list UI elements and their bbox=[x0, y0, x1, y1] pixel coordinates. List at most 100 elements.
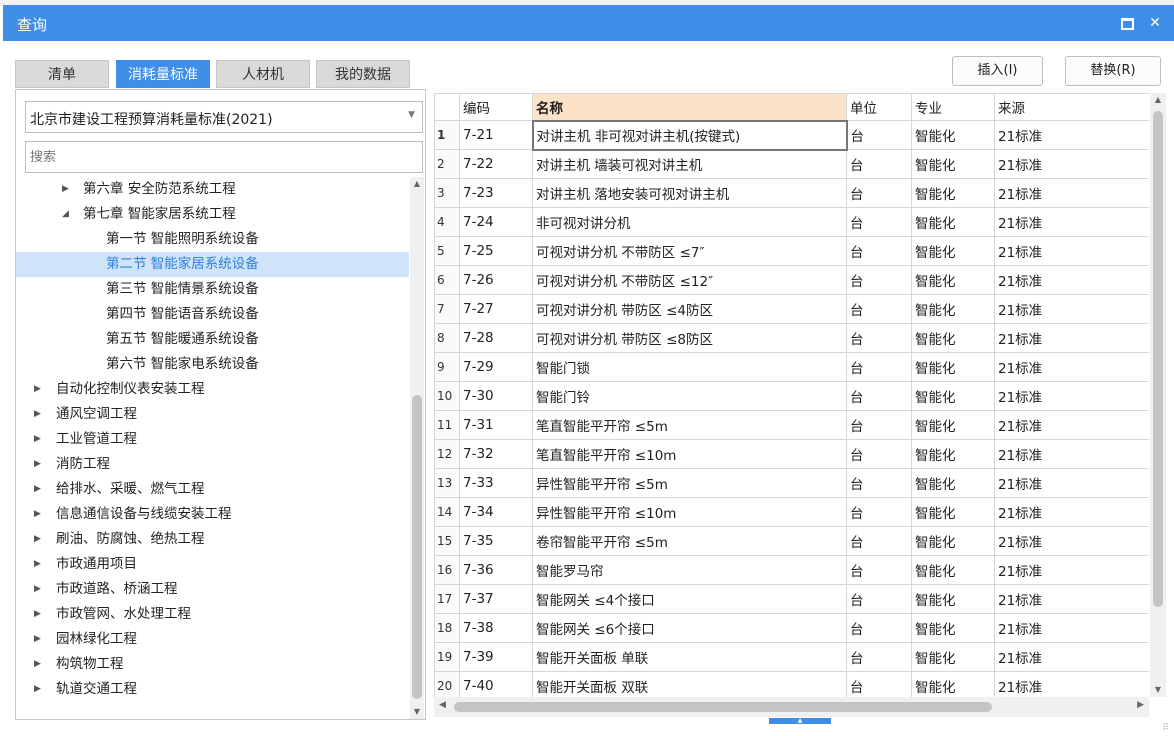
tree-item[interactable]: ▶ 第六章 安全防范系统工程 bbox=[16, 177, 409, 202]
tree-item[interactable]: ◢ 第七章 智能家居系统工程 bbox=[16, 202, 409, 227]
replace-button[interactable]: 替换(R) bbox=[1065, 56, 1161, 86]
expand-arrow-icon[interactable]: ▶ bbox=[34, 452, 41, 477]
tree-item[interactable]: ▶ 市政道路、桥涵工程 bbox=[16, 577, 409, 602]
tree-item[interactable]: ▶ 市政管网、水处理工程 bbox=[16, 602, 409, 627]
name-cell[interactable]: 非可视对讲分机 bbox=[532, 207, 847, 237]
row-number-cell[interactable]: 5 bbox=[434, 236, 460, 266]
name-cell[interactable]: 可视对讲分机 不带防区 ≤12″ bbox=[532, 265, 847, 295]
unit-cell[interactable]: 台 bbox=[846, 207, 912, 237]
name-cell[interactable]: 智能网关 ≤4个接口 bbox=[532, 584, 847, 614]
tree-item[interactable]: 第一节 智能照明系统设备 bbox=[16, 227, 409, 252]
scrollbar-thumb[interactable] bbox=[412, 395, 422, 699]
code-cell[interactable]: 7-21 bbox=[459, 120, 533, 150]
tree-item[interactable]: ▶ 通风空调工程 bbox=[16, 402, 409, 427]
row-number-cell[interactable]: 10 bbox=[434, 381, 460, 411]
scroll-left-icon[interactable]: ◀ bbox=[439, 700, 446, 710]
table-row[interactable]: 14 7-34 异性智能平开帘 ≤10m 台智能化 21标准 bbox=[434, 497, 1149, 527]
row-number-cell[interactable]: 9 bbox=[434, 352, 460, 382]
expand-arrow-icon[interactable]: ▶ bbox=[34, 627, 41, 652]
unit-cell[interactable]: 台 bbox=[846, 584, 912, 614]
source-cell[interactable]: 21标准 bbox=[994, 294, 1149, 324]
source-cell[interactable]: 21标准 bbox=[994, 178, 1149, 208]
row-number-cell[interactable]: 3 bbox=[434, 178, 460, 208]
tree-vertical-scrollbar[interactable]: ▲ ▼ bbox=[410, 177, 424, 719]
name-cell[interactable]: 智能开关面板 双联 bbox=[532, 671, 847, 697]
code-cell[interactable]: 7-23 bbox=[459, 178, 533, 208]
code-cell[interactable]: 7-28 bbox=[459, 323, 533, 353]
expand-arrow-icon[interactable]: ▶ bbox=[34, 677, 41, 702]
table-row[interactable]: 4 7-24 非可视对讲分机台智能化 21标准 bbox=[434, 207, 1149, 237]
tree-item[interactable]: ▶ 市政通用项目 bbox=[16, 552, 409, 577]
table-row[interactable]: 11 7-31 笔直智能平开帘 ≤5m 台智能化 21标准 bbox=[434, 410, 1149, 440]
specialty-cell[interactable]: 智能化 bbox=[911, 381, 995, 411]
expand-arrow-icon[interactable]: ▶ bbox=[34, 527, 41, 552]
specialty-cell[interactable]: 智能化 bbox=[911, 149, 995, 179]
row-number-cell[interactable]: 16 bbox=[434, 555, 460, 585]
scrollbar-thumb[interactable] bbox=[454, 702, 992, 712]
name-cell[interactable]: 可视对讲分机 带防区 ≤8防区 bbox=[532, 323, 847, 353]
tab-labor-materials-machinery[interactable]: 人材机 bbox=[216, 60, 310, 88]
source-cell[interactable]: 21标准 bbox=[994, 613, 1149, 643]
table-row[interactable]: 1 7-21 对讲主机 非可视对讲主机(按键式) 台智能化 21标准 bbox=[434, 119, 1149, 151]
unit-cell[interactable]: 台 bbox=[846, 323, 912, 353]
row-number-cell[interactable]: 7 bbox=[434, 294, 460, 324]
column-header-unit[interactable]: 单位 bbox=[846, 93, 912, 121]
unit-cell[interactable]: 台 bbox=[846, 671, 912, 697]
specialty-cell[interactable]: 智能化 bbox=[911, 642, 995, 672]
expand-arrow-icon[interactable]: ▶ bbox=[34, 402, 41, 427]
specialty-cell[interactable]: 智能化 bbox=[911, 178, 995, 208]
table-row[interactable]: 20 7-40 智能开关面板 双联台智能化 21标准 bbox=[434, 671, 1149, 697]
source-cell[interactable]: 21标准 bbox=[994, 381, 1149, 411]
tree-item[interactable]: 第六节 智能家电系统设备 bbox=[16, 352, 409, 377]
code-cell[interactable]: 7-27 bbox=[459, 294, 533, 324]
source-cell[interactable]: 21标准 bbox=[994, 497, 1149, 527]
tab-my-data[interactable]: 我的数据 bbox=[316, 60, 410, 88]
tree-item[interactable]: ▶ 构筑物工程 bbox=[16, 652, 409, 677]
unit-cell[interactable]: 台 bbox=[846, 439, 912, 469]
specialty-cell[interactable]: 智能化 bbox=[911, 497, 995, 527]
tree-item[interactable]: ▶ 刷油、防腐蚀、绝热工程 bbox=[16, 527, 409, 552]
scroll-up-icon[interactable]: ▲ bbox=[1151, 93, 1165, 107]
table-row[interactable]: 10 7-30 智能门铃台智能化 21标准 bbox=[434, 381, 1149, 411]
table-row[interactable]: 7 7-27 可视对讲分机 带防区 ≤4防区台智能化 21标准 bbox=[434, 294, 1149, 324]
code-cell[interactable]: 7-38 bbox=[459, 613, 533, 643]
source-cell[interactable]: 21标准 bbox=[994, 323, 1149, 353]
name-cell[interactable]: 智能门铃 bbox=[532, 381, 847, 411]
code-cell[interactable]: 7-37 bbox=[459, 584, 533, 614]
source-cell[interactable]: 21标准 bbox=[994, 555, 1149, 585]
source-cell[interactable]: 21标准 bbox=[994, 439, 1149, 469]
unit-cell[interactable]: 台 bbox=[846, 555, 912, 585]
name-cell[interactable]: 对讲主机 落地安装可视对讲主机 bbox=[532, 178, 847, 208]
row-number-cell[interactable]: 4 bbox=[434, 207, 460, 237]
row-number-cell[interactable]: 12 bbox=[434, 439, 460, 469]
code-cell[interactable]: 7-33 bbox=[459, 468, 533, 498]
row-number-cell[interactable]: 8 bbox=[434, 323, 460, 353]
row-number-cell[interactable]: 6 bbox=[434, 265, 460, 295]
specialty-cell[interactable]: 智能化 bbox=[911, 468, 995, 498]
table-row[interactable]: 15 7-35 卷帘智能平开帘 ≤5m 台智能化 21标准 bbox=[434, 526, 1149, 556]
name-cell[interactable]: 对讲主机 墙装可视对讲主机 bbox=[532, 149, 847, 179]
code-cell[interactable]: 7-31 bbox=[459, 410, 533, 440]
unit-cell[interactable]: 台 bbox=[846, 642, 912, 672]
table-row[interactable]: 13 7-33 异性智能平开帘 ≤5m 台智能化 21标准 bbox=[434, 468, 1149, 498]
tree-item[interactable]: ▶ 消防工程 bbox=[16, 452, 409, 477]
tree-item[interactable]: ▶ 信息通信设备与线缆安装工程 bbox=[16, 502, 409, 527]
name-cell[interactable]: 可视对讲分机 带防区 ≤4防区 bbox=[532, 294, 847, 324]
table-horizontal-scrollbar[interactable]: ◀ ▶ bbox=[434, 697, 1149, 717]
tree-item[interactable]: 第二节 智能家居系统设备 bbox=[16, 252, 409, 277]
close-button[interactable]: ✕ bbox=[1144, 13, 1166, 33]
table-row[interactable]: 8 7-28 可视对讲分机 带防区 ≤8防区台智能化 21标准 bbox=[434, 323, 1149, 353]
unit-cell[interactable]: 台 bbox=[846, 468, 912, 498]
name-cell[interactable]: 异性智能平开帘 ≤10m bbox=[532, 497, 847, 527]
code-cell[interactable]: 7-22 bbox=[459, 149, 533, 179]
unit-cell[interactable]: 台 bbox=[846, 236, 912, 266]
specialty-cell[interactable]: 智能化 bbox=[911, 323, 995, 353]
source-cell[interactable]: 21标准 bbox=[994, 410, 1149, 440]
name-cell[interactable]: 智能罗马帘 bbox=[532, 555, 847, 585]
source-cell[interactable]: 21标准 bbox=[994, 265, 1149, 295]
code-cell[interactable]: 7-34 bbox=[459, 497, 533, 527]
search-input[interactable] bbox=[25, 141, 423, 173]
table-row[interactable]: 9 7-29 智能门锁台智能化 21标准 bbox=[434, 352, 1149, 382]
source-cell[interactable]: 21标准 bbox=[994, 584, 1149, 614]
specialty-cell[interactable]: 智能化 bbox=[911, 526, 995, 556]
